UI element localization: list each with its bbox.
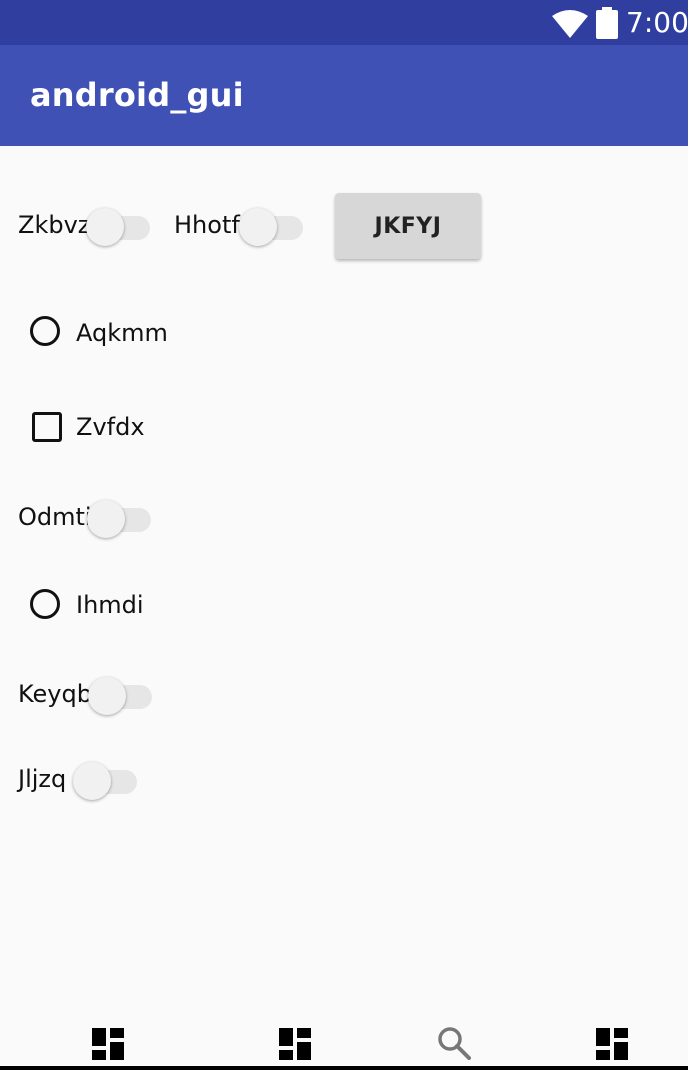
switch-thumb (86, 208, 124, 246)
radio-ihmdi[interactable] (30, 589, 60, 619)
switch-thumb (88, 677, 126, 715)
switch-zkbvz[interactable] (86, 204, 150, 246)
radio-aqkmm-label: Aqkmm (76, 319, 168, 347)
jkfyj-button[interactable]: JKFYJ (335, 193, 481, 259)
switch-jljzq-label: Jljzq (18, 765, 67, 793)
radio-aqkmm[interactable] (30, 316, 60, 346)
radio-ihmdi-label: Ihmdi (76, 591, 144, 619)
dashboard-icon (279, 1028, 311, 1060)
checkbox-zvfdx-label: Zvfdx (76, 413, 145, 441)
bottom-navigation (0, 1010, 688, 1070)
status-bar: 7:00 (0, 0, 688, 45)
checkbox-zvfdx[interactable] (32, 412, 62, 442)
app-title: android_gui (30, 76, 244, 114)
switch-odmti[interactable] (87, 496, 151, 538)
switch-thumb (239, 208, 277, 246)
nav-item-1[interactable] (92, 1028, 124, 1064)
switch-keyqb-label: Keyqb (18, 680, 92, 708)
search-icon (438, 1027, 471, 1060)
switch-keyqb[interactable] (88, 673, 152, 715)
switch-zkbvz-label: Zkbvz (18, 211, 91, 239)
switch-thumb (87, 500, 125, 538)
dashboard-icon (92, 1028, 124, 1060)
dashboard-icon (596, 1028, 628, 1060)
switch-hhotf-label: Hhotf (174, 211, 240, 239)
nav-item-2[interactable] (279, 1028, 311, 1064)
bottom-divider (0, 1066, 688, 1070)
app-bar: android_gui (0, 45, 688, 146)
wifi-icon (552, 10, 588, 38)
nav-item-4[interactable] (596, 1028, 628, 1064)
switch-jljzq[interactable] (73, 758, 137, 800)
switch-hhotf[interactable] (239, 204, 303, 246)
switch-thumb (73, 762, 111, 800)
status-time: 7:00 (626, 6, 688, 39)
battery-icon (596, 7, 618, 39)
nav-item-search[interactable] (437, 1026, 471, 1064)
switch-odmti-label: Odmti (18, 503, 92, 531)
